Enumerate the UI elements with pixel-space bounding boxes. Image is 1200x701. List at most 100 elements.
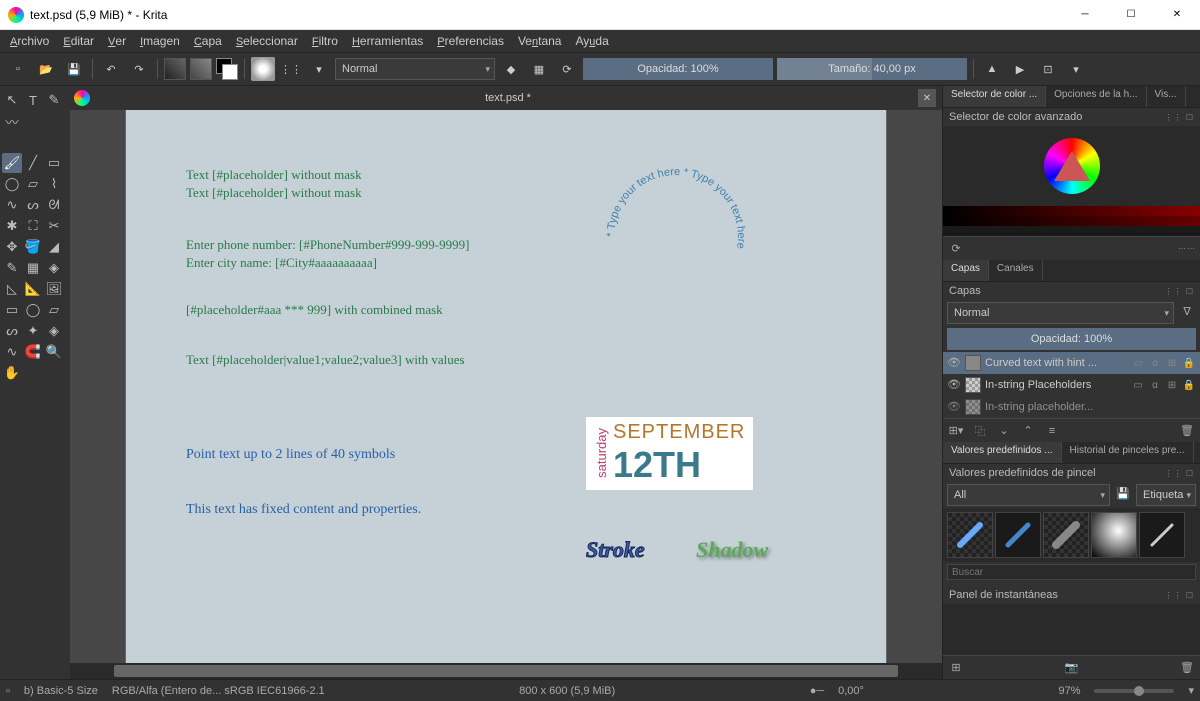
select-bezier-icon[interactable]: ∿: [2, 342, 22, 362]
document-tab[interactable]: text.psd *: [98, 92, 918, 104]
size-slider[interactable]: Tamaño: 40,00 px: [777, 58, 967, 80]
fg-bg-swatch[interactable]: [216, 58, 238, 80]
selection-indicator-icon[interactable]: ▫: [6, 685, 10, 697]
tab-channels[interactable]: Canales: [989, 260, 1043, 281]
undo-icon[interactable]: ↶: [99, 57, 123, 81]
horizontal-scrollbar[interactable]: [70, 663, 942, 679]
dynamic-brush-icon[interactable]: ᘛ: [44, 195, 64, 215]
line-tool-icon[interactable]: ╱: [23, 153, 43, 173]
pattern-tool-icon[interactable]: ▦: [23, 258, 43, 278]
delete-layer-icon[interactable]: 🗑: [1178, 422, 1196, 440]
brush-preset[interactable]: [1043, 512, 1089, 558]
visibility-icon[interactable]: 👁: [947, 378, 961, 392]
transform-tool-icon[interactable]: ⛶: [23, 216, 43, 236]
freehand-tool-icon[interactable]: ᔕ: [23, 195, 43, 215]
move-down-icon[interactable]: ⌄: [995, 422, 1013, 440]
menu-capa[interactable]: Capa: [188, 32, 228, 50]
menu-ayuda[interactable]: Ayuda: [569, 32, 614, 50]
mirror-v-icon[interactable]: ▶: [1008, 57, 1032, 81]
select-contig-icon[interactable]: ✦: [23, 321, 43, 341]
ellipse-tool-icon[interactable]: ◯: [2, 174, 22, 194]
layer-row[interactable]: 👁 In-string Placeholders ▭α⊞🔒: [943, 374, 1200, 396]
polygon-tool-icon[interactable]: ▱: [23, 174, 43, 194]
color-history[interactable]: [943, 206, 1200, 236]
text-tool-icon[interactable]: T: [23, 90, 43, 110]
menu-ventana[interactable]: Ventana: [512, 32, 568, 50]
brush-preset[interactable]: [995, 512, 1041, 558]
tab-color-selector[interactable]: Selector de color ...: [943, 86, 1046, 107]
opacity-slider[interactable]: Opacidad: 100%: [583, 58, 773, 80]
calligraphy-tool-icon[interactable]: 〰: [2, 111, 22, 131]
workspace-icon[interactable]: ▾: [1064, 57, 1088, 81]
brush-preset[interactable]: [1091, 512, 1137, 558]
eraser-icon[interactable]: ◆: [499, 57, 523, 81]
crop-tool-icon[interactable]: ✂: [44, 216, 64, 236]
menu-ver[interactable]: Ver: [102, 32, 132, 50]
tab-presets[interactable]: Valores predefinidos ...: [943, 442, 1062, 463]
rect-tool-icon[interactable]: ▭: [44, 153, 64, 173]
properties-icon[interactable]: ≡: [1043, 422, 1061, 440]
layer-opacity-slider[interactable]: Opacidad: 100%: [947, 328, 1196, 350]
gradient-swatch-2[interactable]: [190, 58, 212, 80]
status-colorspace[interactable]: RGB/Alfa (Entero de... sRGB IEC61966-2.1: [112, 685, 325, 697]
select-magnetic-icon[interactable]: 🧲: [23, 342, 43, 362]
move-layer-icon[interactable]: ✥: [2, 237, 22, 257]
brush-search-input[interactable]: [947, 564, 1196, 580]
brush-settings-icon[interactable]: ⋮⋮: [279, 57, 303, 81]
bezier-tool-icon[interactable]: ∿: [2, 195, 22, 215]
layer-row[interactable]: 👁 In-string placeholder...: [943, 396, 1200, 418]
rotation-indicator-icon[interactable]: ●─: [810, 685, 824, 697]
filter-icon[interactable]: ∇: [1178, 302, 1196, 320]
menu-preferencias[interactable]: Preferencias: [431, 32, 510, 50]
tag-dropdown[interactable]: Etiqueta: [1136, 484, 1196, 506]
select-poly-icon[interactable]: ▱: [44, 300, 64, 320]
smart-fill-icon[interactable]: ◈: [44, 258, 64, 278]
multibrush-icon[interactable]: ✱: [2, 216, 22, 236]
picker-tool-icon[interactable]: ✎: [2, 258, 22, 278]
alpha-lock-icon[interactable]: ▦: [527, 57, 551, 81]
cycle-icon[interactable]: ⟳: [947, 240, 965, 258]
viewport[interactable]: Text [#placeholder] without mask Text [#…: [70, 110, 942, 663]
menu-seleccionar[interactable]: Seleccionar: [230, 32, 304, 50]
snapshot-camera-icon[interactable]: 📷: [1063, 659, 1081, 677]
menu-imagen[interactable]: Imagen: [134, 32, 186, 50]
blend-mode-dropdown[interactable]: Normal: [335, 58, 495, 80]
add-snapshot-icon[interactable]: ⊞: [947, 659, 965, 677]
storage-icon[interactable]: 💾: [1114, 484, 1132, 502]
zoom-slider[interactable]: [1094, 689, 1174, 693]
brush-preset[interactable]: [947, 512, 993, 558]
select-similar-icon[interactable]: ◈: [44, 321, 64, 341]
delete-snapshot-icon[interactable]: 🗑: [1178, 659, 1196, 677]
visibility-icon[interactable]: 👁: [947, 356, 961, 370]
gradient-swatch-1[interactable]: [164, 58, 186, 80]
tab-layers[interactable]: Capas: [943, 260, 989, 281]
brush-preview[interactable]: [251, 57, 275, 81]
menu-editar[interactable]: Editar: [57, 32, 100, 50]
menu-herramientas[interactable]: Herramientas: [346, 32, 429, 50]
measure-tool-icon[interactable]: 📐: [23, 279, 43, 299]
tab-brush-history[interactable]: Historial de pinceles pre...: [1062, 442, 1194, 463]
pan-tool-icon[interactable]: ✋: [2, 363, 22, 383]
move-up-icon[interactable]: ⌃: [1019, 422, 1037, 440]
reload-icon[interactable]: ⟳: [555, 57, 579, 81]
layer-row[interactable]: 👁 Curved text with hint ... ▭α⊞🔒: [943, 352, 1200, 374]
gradient-tool-icon[interactable]: ◢: [44, 237, 64, 257]
tab-overview[interactable]: Vis...: [1147, 86, 1186, 107]
select-ellipse-icon[interactable]: ◯: [23, 300, 43, 320]
reference-tool-icon[interactable]: 🖼: [44, 279, 64, 299]
close-button[interactable]: ✕: [1154, 0, 1200, 30]
brush-preset[interactable]: [1139, 512, 1185, 558]
menu-archivo[interactable]: Archivo: [4, 32, 55, 50]
fill-tool-icon[interactable]: 🪣: [23, 237, 43, 257]
edit-shape-tool-icon[interactable]: ✎: [44, 90, 64, 110]
new-doc-icon[interactable]: ▫: [6, 57, 30, 81]
redo-icon[interactable]: ↷: [127, 57, 151, 81]
polyline-tool-icon[interactable]: ⌇: [44, 174, 64, 194]
zoom-tool-icon[interactable]: 🔍: [44, 342, 64, 362]
add-layer-icon[interactable]: ⊞▾: [947, 422, 965, 440]
brush-chooser-icon[interactable]: ▾: [307, 57, 331, 81]
wrap-icon[interactable]: ⊡: [1036, 57, 1060, 81]
menu-filtro[interactable]: Filtro: [306, 32, 344, 50]
move-tool-icon[interactable]: ↖: [2, 90, 22, 110]
maximize-button[interactable]: ☐: [1108, 0, 1154, 30]
